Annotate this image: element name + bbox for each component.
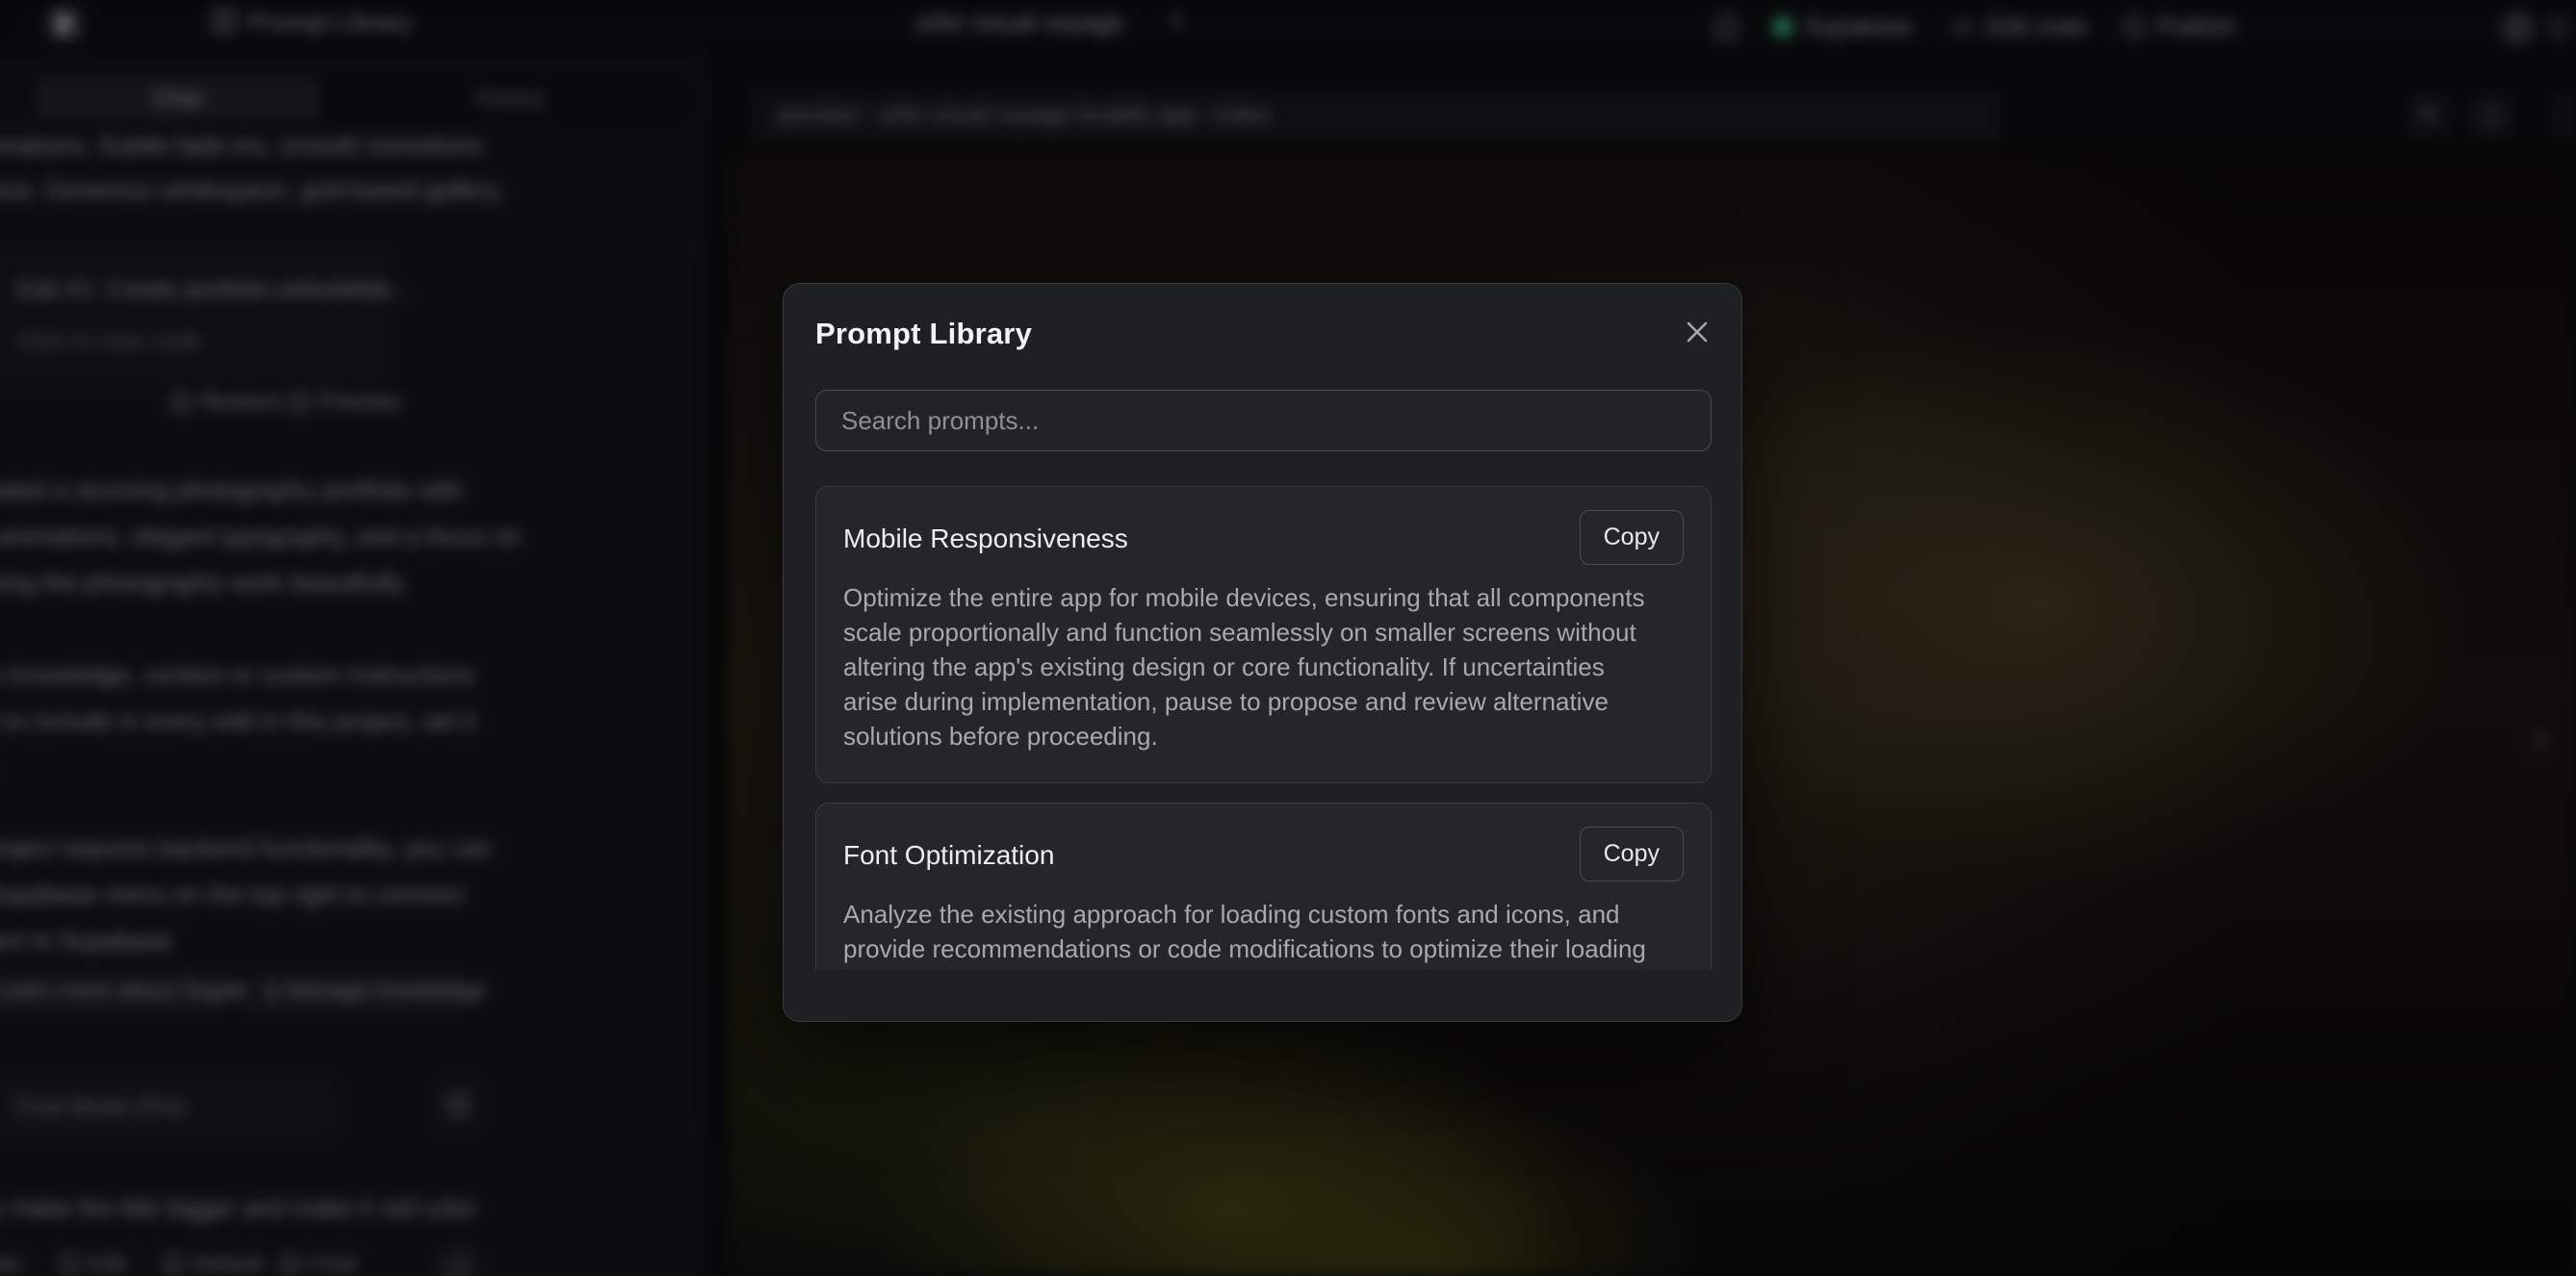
prompt-card-title: Font Optimization (843, 827, 1054, 871)
close-icon (1685, 319, 1710, 345)
prompt-library-modal: Prompt Library Mobile Responsiveness Cop… (783, 283, 1742, 1022)
modal-close-button[interactable] (1680, 315, 1714, 349)
search-prompts-input[interactable] (815, 390, 1712, 451)
copy-button[interactable]: Copy (1580, 510, 1684, 565)
prompt-card-description: Optimize the entire app for mobile devic… (843, 580, 1662, 753)
prompt-card-title: Mobile Responsiveness (843, 510, 1128, 554)
screenshot-stage: Prompt Library urbn visual voyage ▾ Supa… (0, 0, 2576, 1276)
prompt-card-description: Analyze the existing approach for loadin… (843, 897, 1662, 970)
copy-button[interactable]: Copy (1580, 827, 1684, 881)
prompt-card-mobile-responsiveness: Mobile Responsiveness Copy Optimize the … (815, 486, 1712, 783)
prompt-card-font-optimization: Font Optimization Copy Analyze the exist… (815, 803, 1712, 970)
modal-title: Prompt Library (815, 317, 1032, 351)
prompt-list: Mobile Responsiveness Copy Optimize the … (815, 486, 1712, 970)
